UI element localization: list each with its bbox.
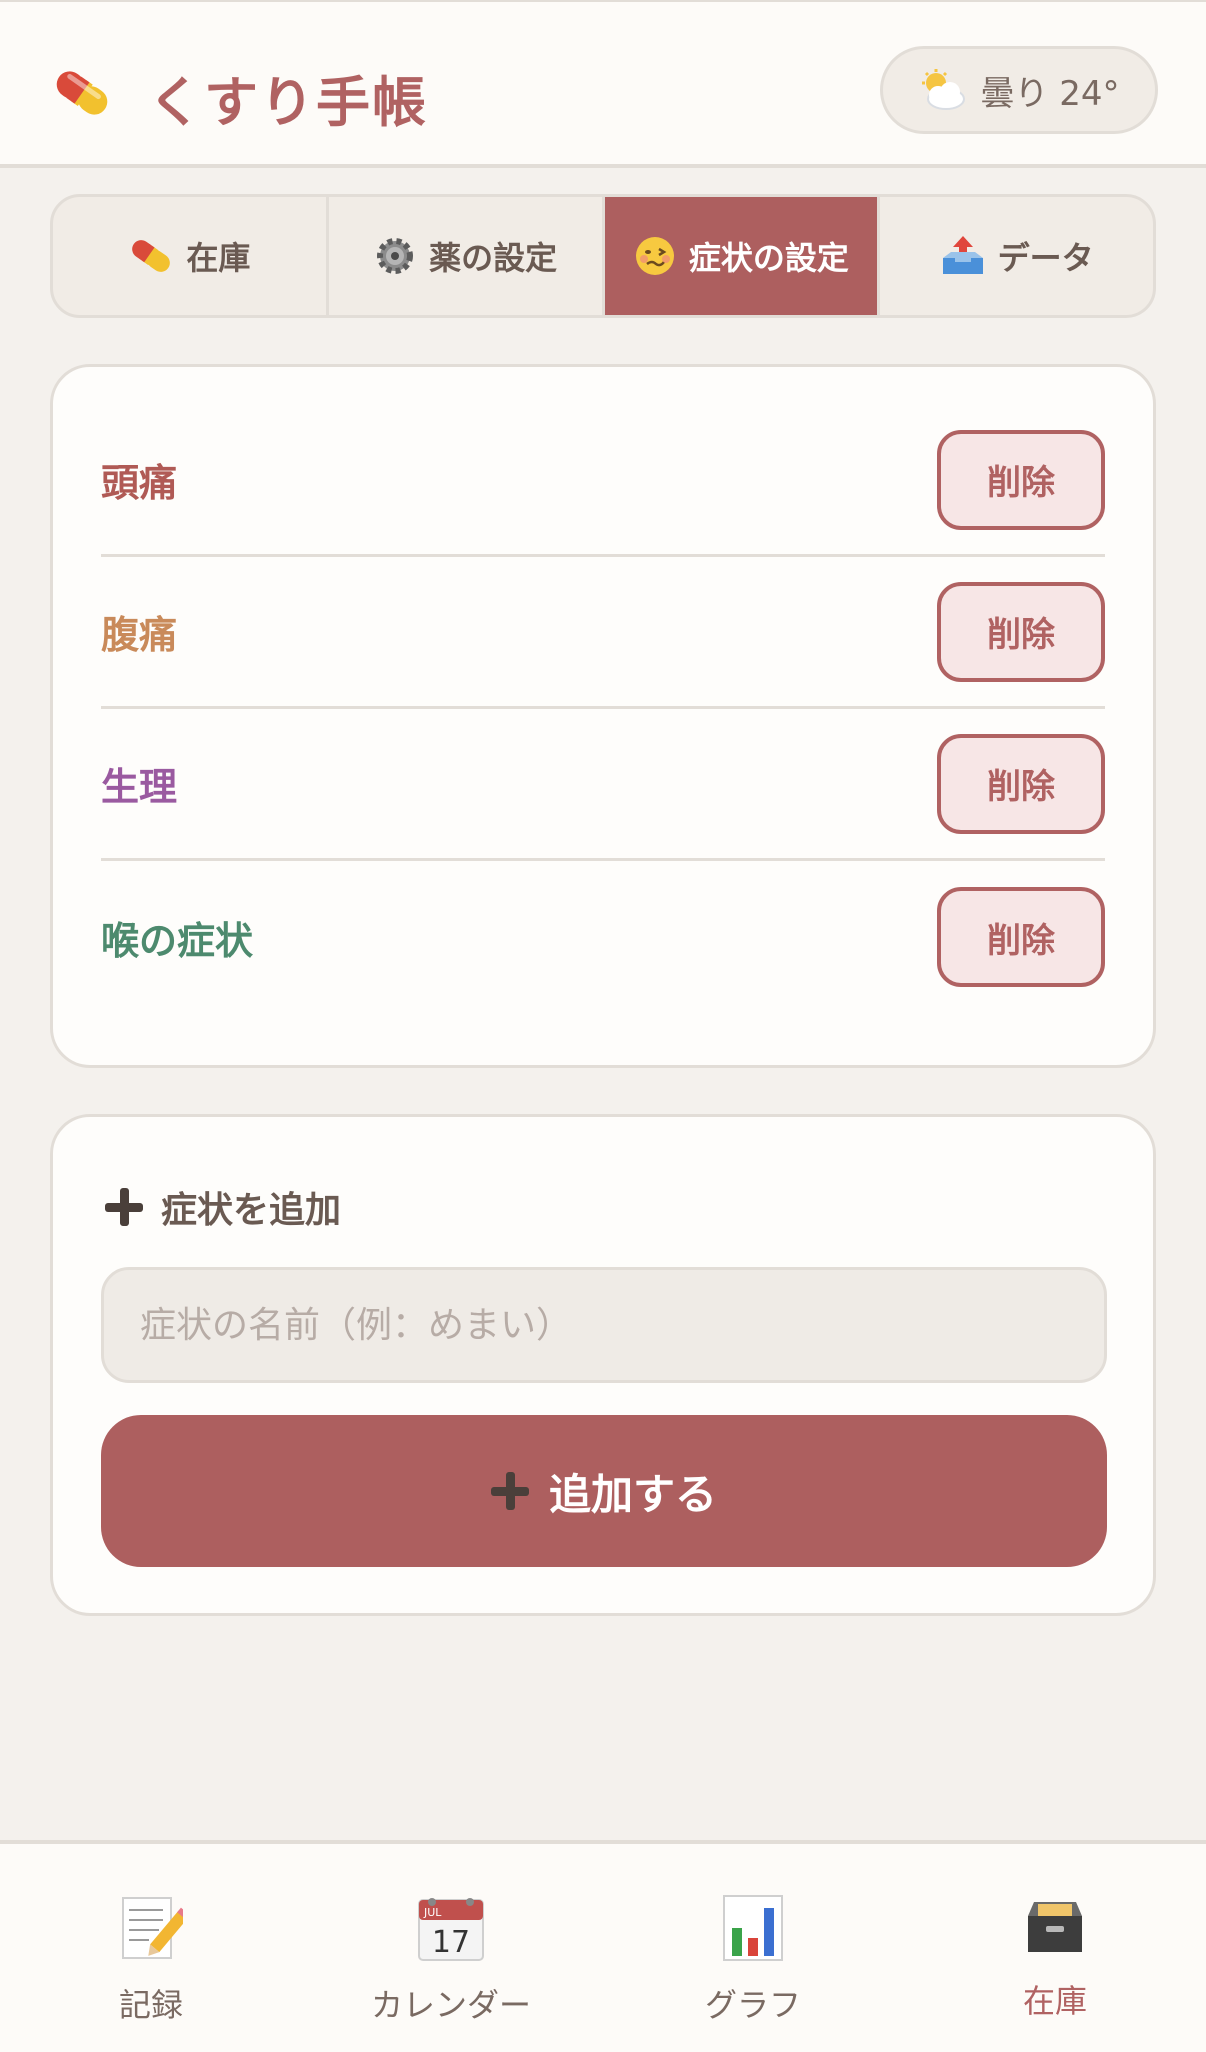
- plus-icon: [490, 1472, 529, 1510]
- symptom-row: 喉の症状 削除: [101, 861, 1105, 1013]
- pill-icon: [132, 240, 171, 272]
- tab-label: 症状の設定: [688, 239, 849, 277]
- symptom-row: 頭痛 削除: [101, 405, 1105, 557]
- tab-medicine-settings[interactable]: 薬の設定: [329, 197, 605, 315]
- add-symptom-card: 症状を追加 追加する: [50, 1114, 1156, 1616]
- weather-badge[interactable]: 曇り 24°: [880, 46, 1158, 134]
- app-title: くすり手帳: [148, 71, 428, 134]
- weather-text: 曇り 24°: [980, 73, 1120, 114]
- tab-data[interactable]: データ: [880, 197, 1153, 315]
- outbox-tray-icon: [942, 236, 983, 274]
- settings-tabs: 在庫 薬の設定 症状の設定 データ: [50, 194, 1156, 318]
- symptom-name-input[interactable]: [101, 1267, 1107, 1383]
- memo-icon: [122, 1897, 183, 1959]
- add-section-title: 症状を追加: [105, 1181, 341, 1233]
- nav-label: グラフ: [704, 1986, 801, 2024]
- svg-text:17: 17: [432, 1925, 470, 1960]
- add-button-label: 追加する: [548, 1469, 717, 1519]
- tab-label: 薬の設定: [429, 239, 558, 277]
- delete-button[interactable]: 削除: [937, 581, 1105, 682]
- tab-symptom-settings[interactable]: 症状の設定: [604, 197, 881, 315]
- nav-item-stock[interactable]: 在庫: [935, 1894, 1175, 2022]
- symptom-list-card: 頭痛 削除 腹痛 削除 生理 削除 喉の症状 削除: [50, 364, 1156, 1068]
- symptom-name: 喉の症状: [101, 918, 254, 963]
- sun-behind-cloud-icon: [922, 69, 966, 110]
- bottom-nav: 記録 JUL 17 カレンダー グラフ 在庫: [0, 1840, 1206, 2052]
- tab-label: データ: [997, 239, 1094, 277]
- tab-label: 在庫: [186, 239, 251, 277]
- add-symptom-button[interactable]: 追加する: [101, 1415, 1107, 1567]
- pill-icon: [56, 71, 108, 115]
- add-section-label: 症状を追加: [161, 1190, 342, 1231]
- nav-label: 記録: [118, 1986, 183, 2024]
- delete-button[interactable]: 削除: [937, 429, 1105, 530]
- symptom-row: 腹痛 削除: [101, 557, 1105, 709]
- nav-label: 在庫: [1022, 1982, 1087, 2020]
- symptom-row: 生理 削除: [101, 709, 1105, 861]
- gear-icon: [377, 238, 414, 274]
- plus-icon: [105, 1188, 143, 1226]
- nav-label: カレンダー: [370, 1986, 531, 2024]
- delete-button[interactable]: 削除: [937, 733, 1105, 834]
- app-header: くすり手帳 曇り 24°: [0, 0, 1206, 168]
- svg-text:JUL: JUL: [423, 1906, 442, 1919]
- nav-item-graph[interactable]: グラフ: [633, 1894, 873, 2026]
- delete-button[interactable]: 削除: [937, 887, 1105, 987]
- woozy-face-icon: [635, 237, 674, 275]
- symptom-name: 腹痛: [101, 613, 178, 657]
- symptom-name: 生理: [101, 765, 178, 809]
- card-file-box-icon: [1028, 1902, 1082, 1952]
- symptom-name: 頭痛: [101, 461, 178, 505]
- bar-chart-icon: [723, 1895, 783, 1961]
- tab-stock[interactable]: 在庫: [53, 197, 329, 315]
- nav-item-calendar[interactable]: JUL 17 カレンダー: [331, 1894, 571, 2026]
- nav-item-record[interactable]: 記録: [31, 1894, 271, 2026]
- calendar-icon: JUL 17: [418, 1898, 484, 1961]
